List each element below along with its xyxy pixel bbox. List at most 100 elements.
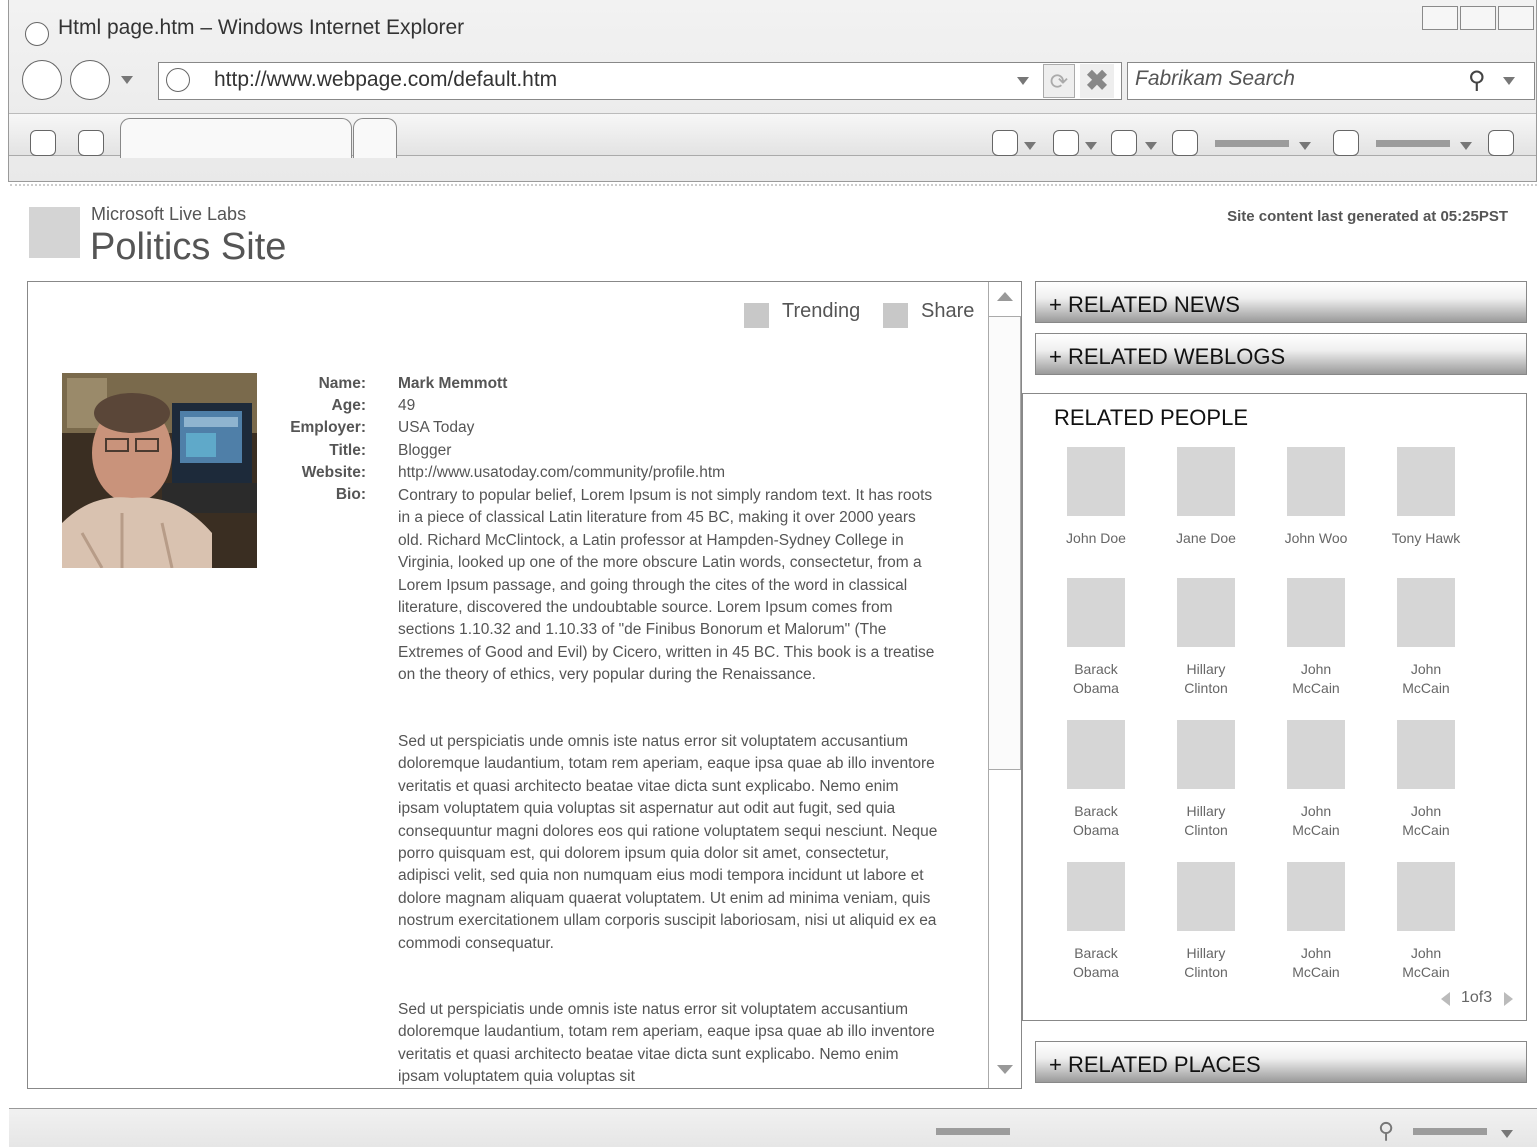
person-name[interactable]: Barack Obama (1041, 944, 1151, 982)
related-news-header[interactable]: + RELATED NEWS (1035, 281, 1527, 323)
person-name-line: John (1410, 803, 1442, 819)
brand-small: Microsoft Live Labs (91, 204, 247, 224)
person-name[interactable]: John Doe (1041, 529, 1151, 548)
address-input[interactable]: http://www.webpage.com/default.htm (214, 68, 557, 92)
tab-new[interactable] (353, 118, 397, 158)
person-name-line: Jane Doe (1176, 530, 1236, 546)
person-name[interactable]: Hillary Clinton (1151, 802, 1261, 840)
refresh-icon[interactable]: ⟳ (1043, 64, 1075, 98)
person-name[interactable]: Tony Hawk (1371, 529, 1481, 548)
print-dropdown-icon[interactable] (1145, 142, 1157, 150)
title-label: Title: (329, 442, 366, 459)
search-icon[interactable]: ⚲ (1468, 66, 1486, 95)
person-name-line: Hillary (1186, 803, 1226, 819)
person-name-line: McCain (1402, 822, 1450, 838)
pager-prev-icon[interactable] (1441, 992, 1450, 1006)
tools-button[interactable] (1333, 130, 1359, 156)
scroll-up-icon[interactable] (997, 292, 1013, 301)
employer-label: Employer: (290, 419, 366, 436)
person-name-line: Hillary (1186, 945, 1226, 961)
person-name-line: McCain (1292, 822, 1340, 838)
window-title: Html page.htm – Windows Internet Explore… (58, 16, 465, 39)
share-icon[interactable] (883, 303, 908, 328)
person-thumbnail[interactable] (1287, 447, 1345, 516)
person-name[interactable]: John McCain (1261, 802, 1371, 840)
address-dropdown-icon[interactable] (1017, 77, 1029, 85)
employer-value: USA Today (398, 419, 475, 436)
person-name[interactable]: John McCain (1371, 802, 1481, 840)
person-name[interactable]: Jane Doe (1151, 529, 1261, 548)
zoom-dropdown-icon[interactable] (1501, 1130, 1513, 1138)
person-thumbnail[interactable] (1067, 447, 1125, 516)
page-dropdown-icon[interactable] (1299, 142, 1311, 150)
tools-dropdown-icon[interactable] (1460, 142, 1472, 150)
person-name[interactable]: John McCain (1371, 660, 1481, 698)
minimize-button[interactable] (1422, 6, 1458, 30)
status-zone (936, 1128, 1010, 1135)
person-name-line: Barack (1074, 661, 1118, 677)
close-window-button[interactable] (1498, 6, 1534, 30)
person-name-line: John (1300, 945, 1332, 961)
browser-icon (25, 22, 49, 46)
person-name[interactable]: John McCain (1371, 944, 1481, 982)
person-thumbnail[interactable] (1287, 862, 1345, 931)
person-thumbnail[interactable] (1287, 720, 1345, 789)
page-menu-label[interactable] (1215, 140, 1289, 147)
person-name[interactable]: Hillary Clinton (1151, 944, 1261, 982)
back-button[interactable] (22, 60, 62, 100)
person-name-line: McCain (1402, 964, 1450, 980)
share-link[interactable]: Share (921, 300, 974, 323)
trending-link[interactable]: Trending (782, 300, 860, 323)
zoom-level[interactable] (1413, 1128, 1487, 1135)
person-name-line: Barack (1074, 945, 1118, 961)
age-value: 49 (398, 397, 416, 414)
website-link[interactable]: http://www.usatoday.com/community/profil… (398, 464, 938, 482)
related-people-title: RELATED PEOPLE (1054, 405, 1248, 430)
scroll-down-icon[interactable] (997, 1065, 1013, 1074)
feeds-button[interactable] (1053, 130, 1079, 156)
scrollbar-thumb[interactable] (988, 316, 1021, 770)
trending-icon[interactable] (744, 303, 769, 328)
home-button[interactable] (992, 130, 1018, 156)
person-name[interactable]: Barack Obama (1041, 660, 1151, 698)
person-thumbnail[interactable] (1177, 720, 1235, 789)
history-dropdown-icon[interactable] (121, 76, 133, 84)
person-thumbnail[interactable] (1287, 578, 1345, 647)
separator (10, 184, 1537, 187)
print-button[interactable] (1111, 130, 1137, 156)
help-button[interactable] (1488, 130, 1514, 156)
forward-button[interactable] (70, 60, 110, 100)
person-thumbnail[interactable] (1177, 862, 1235, 931)
person-thumbnail[interactable] (1397, 447, 1455, 516)
maximize-button[interactable] (1460, 6, 1496, 30)
home-dropdown-icon[interactable] (1024, 142, 1036, 150)
person-thumbnail[interactable] (1067, 720, 1125, 789)
stop-icon[interactable]: ✖ (1080, 64, 1114, 98)
tools-menu-label[interactable] (1376, 140, 1450, 147)
person-name[interactable]: Hillary Clinton (1151, 660, 1261, 698)
person-thumbnail[interactable] (1397, 578, 1455, 647)
related-places-header[interactable]: + RELATED PLACES (1035, 1041, 1527, 1083)
person-name-line: Clinton (1184, 680, 1228, 696)
person-thumbnail[interactable] (1067, 578, 1125, 647)
person-thumbnail[interactable] (1177, 447, 1235, 516)
feeds-dropdown-icon[interactable] (1085, 142, 1097, 150)
tab-current[interactable] (120, 118, 352, 158)
person-name[interactable]: John McCain (1261, 660, 1371, 698)
related-weblogs-header[interactable]: + RELATED WEBLOGS (1035, 333, 1527, 375)
person-thumbnail[interactable] (1177, 578, 1235, 647)
person-thumbnail[interactable] (1067, 862, 1125, 931)
favorites-button[interactable] (30, 130, 56, 156)
person-name[interactable]: Barack Obama (1041, 802, 1151, 840)
person-name[interactable]: John Woo (1261, 529, 1371, 548)
person-name[interactable]: John McCain (1261, 944, 1371, 982)
person-name-line: Obama (1073, 680, 1119, 696)
pager-next-icon[interactable] (1504, 992, 1513, 1006)
add-favorites-button[interactable] (78, 130, 104, 156)
search-input[interactable]: Fabrikam Search (1135, 67, 1295, 91)
page-button[interactable] (1172, 130, 1198, 156)
person-thumbnail[interactable] (1397, 862, 1455, 931)
person-thumbnail[interactable] (1397, 720, 1455, 789)
search-dropdown-icon[interactable] (1503, 77, 1515, 85)
zoom-icon[interactable]: ⚲ (1378, 1118, 1394, 1144)
